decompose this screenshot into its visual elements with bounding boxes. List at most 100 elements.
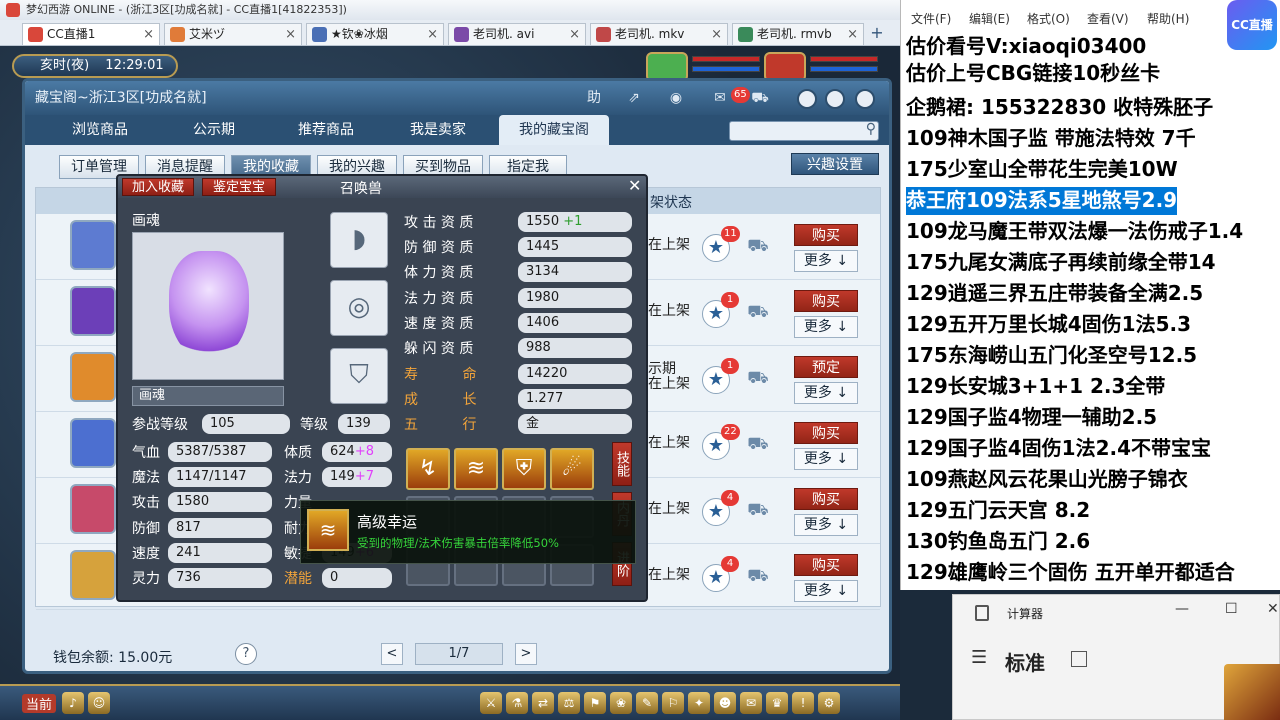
tab-close-icon[interactable]: ×: [711, 24, 722, 45]
more-button[interactable]: 更多 ↓: [794, 580, 858, 602]
record-icon[interactable]: ◉: [665, 87, 687, 109]
item-avatar[interactable]: [70, 286, 116, 336]
text-line[interactable]: 175少室山全带花生完美10W: [906, 156, 1178, 184]
keep-on-top-icon[interactable]: [1071, 651, 1087, 667]
tab-my-store[interactable]: 我的藏宝阁: [499, 115, 609, 145]
text-line[interactable]: 129逍遥三界五庄带装备全满2.5: [906, 280, 1203, 308]
skill-icon[interactable]: ⛨: [502, 448, 546, 490]
close-icon[interactable]: ✕: [628, 176, 641, 195]
hamburger-menu-icon[interactable]: ☰: [971, 647, 987, 668]
text-line[interactable]: 企鹅裙: 155322830 收特殊胚子: [906, 94, 1213, 122]
reserve-button[interactable]: 预定: [794, 356, 858, 378]
text-line[interactable]: 估价上号CBG链接10秒丝卡: [906, 60, 1160, 88]
mic-icon[interactable]: ♪: [62, 692, 84, 714]
more-button[interactable]: 更多 ↓: [794, 448, 858, 470]
text-line[interactable]: 129长安城3+1+1 2.3全带: [906, 373, 1165, 401]
search-icon[interactable]: ⚲: [866, 121, 876, 137]
text-line[interactable]: 109神木国子监 带施法特效 7千: [906, 125, 1196, 153]
text-line[interactable]: 109燕赵风云花果山光膀子锦衣: [906, 466, 1188, 494]
give-icon[interactable]: ⇄: [532, 692, 554, 714]
more-button[interactable]: 更多 ↓: [794, 250, 858, 272]
add-cart-icon[interactable]: ⛟: [744, 434, 772, 458]
menu-format[interactable]: 格式(O): [1027, 10, 1070, 27]
browser-tab-4[interactable]: 老司机. avi ×: [448, 23, 586, 45]
tab-close-icon[interactable]: ×: [143, 24, 154, 45]
add-cart-icon[interactable]: ⛟: [744, 236, 772, 260]
browser-tab-2[interactable]: 艾米ヅ ×: [164, 23, 302, 45]
tab-close-icon[interactable]: ×: [847, 24, 858, 45]
add-cart-icon[interactable]: ⛟: [744, 302, 772, 326]
message-icon[interactable]: ✉: [709, 87, 731, 109]
current-channel-button[interactable]: 当前: [22, 694, 57, 713]
trade-icon[interactable]: ⚖: [558, 692, 580, 714]
add-cart-icon[interactable]: ⛟: [744, 500, 772, 524]
treasure-icon[interactable]: ♛: [766, 692, 788, 714]
tab-close-icon[interactable]: ×: [569, 24, 580, 45]
text-line[interactable]: 129国子监4固伤1法2.4不带宝宝: [906, 435, 1211, 463]
pet-icon[interactable]: ❀: [610, 692, 632, 714]
equip-slot-armor[interactable]: ⛉: [330, 348, 388, 404]
browser-tab-1[interactable]: CC直播1 ×: [22, 23, 160, 45]
store-search-input[interactable]: ⚲: [729, 121, 879, 141]
more-button[interactable]: 更多 ↓: [794, 382, 858, 404]
text-line[interactable]: 130钓鱼岛五门 2.6: [906, 528, 1090, 556]
item-icon[interactable]: ⚗: [506, 692, 528, 714]
add-favorite-button[interactable]: 加入收藏: [122, 178, 194, 196]
attack-icon[interactable]: ⚔: [480, 692, 502, 714]
text-line[interactable]: 175东海崂山五门化圣空号12.5: [906, 342, 1197, 370]
close-button[interactable]: ✕: [1267, 601, 1279, 617]
browser-tab-6[interactable]: 老司机. rmvb ×: [732, 23, 864, 45]
menu-edit[interactable]: 编辑(E): [969, 10, 1010, 27]
share-icon[interactable]: ⇗: [623, 87, 645, 109]
team-icon[interactable]: ⚑: [584, 692, 606, 714]
prev-page-button[interactable]: <: [381, 643, 403, 665]
menu-view[interactable]: 查看(V): [1087, 10, 1129, 27]
task-icon[interactable]: ✎: [636, 692, 658, 714]
buy-button[interactable]: 购买: [794, 422, 858, 444]
skill-icon[interactable]: ↯: [406, 448, 450, 490]
item-avatar[interactable]: [70, 550, 116, 600]
equip-slot-helmet[interactable]: ◗: [330, 212, 388, 268]
buy-button[interactable]: 购买: [794, 488, 858, 510]
new-tab-button[interactable]: +: [866, 23, 888, 45]
text-line[interactable]: 估价看号V:xiaoqi03400: [906, 33, 1146, 61]
tab-close-icon[interactable]: ×: [427, 24, 438, 45]
more-button[interactable]: 更多 ↓: [794, 514, 858, 536]
tab-public[interactable]: 公示期: [159, 115, 269, 145]
maximize-button[interactable]: ☐: [1225, 601, 1238, 617]
text-line[interactable]: 129五门云天宫 8.2: [906, 497, 1090, 525]
cart-icon[interactable]: ⛟: [749, 87, 771, 109]
text-line[interactable]: 109龙马魔王带双法爆一法伤戒子1.4: [906, 218, 1243, 246]
item-avatar[interactable]: [70, 220, 116, 270]
system-icon[interactable]: ⚙: [818, 692, 840, 714]
add-cart-icon[interactable]: ⛟: [744, 368, 772, 392]
browser-tab-3[interactable]: ★钦❀冰烟 ×: [306, 23, 444, 45]
text-line-selected[interactable]: 恭王府109法系5星地煞号2.9: [906, 187, 1178, 215]
skill-icon[interactable]: ☄: [550, 448, 594, 490]
mail-icon[interactable]: ✉: [740, 692, 762, 714]
alert-icon[interactable]: !: [792, 692, 814, 714]
appraise-pet-button[interactable]: 鉴定宝宝: [202, 178, 276, 196]
emote-icon[interactable]: ☺: [88, 692, 110, 714]
close-icon[interactable]: [855, 89, 875, 109]
tab-close-icon[interactable]: ×: [285, 24, 296, 45]
interest-settings-button[interactable]: 兴趣设置: [791, 153, 879, 175]
equip-slot-collar[interactable]: ◎: [330, 280, 388, 336]
buy-button[interactable]: 购买: [794, 554, 858, 576]
tab-browse[interactable]: 浏览商品: [45, 115, 155, 145]
store-help-button[interactable]: 助: [583, 87, 605, 109]
help-button[interactable]: ?: [235, 643, 257, 665]
item-avatar[interactable]: [70, 418, 116, 468]
add-cart-icon[interactable]: ⛟: [744, 566, 772, 590]
item-avatar[interactable]: [70, 484, 116, 534]
menu-help[interactable]: 帮助(H): [1147, 10, 1189, 27]
friend-icon[interactable]: ☻: [714, 692, 736, 714]
skills-tab-button[interactable]: 技能: [612, 442, 632, 486]
gang-icon[interactable]: ⚐: [662, 692, 684, 714]
minimize-icon[interactable]: [797, 89, 817, 109]
item-avatar[interactable]: [70, 352, 116, 402]
tab-recommend[interactable]: 推荐商品: [271, 115, 381, 145]
text-line[interactable]: 129五开万里长城4固伤1法5.3: [906, 311, 1191, 339]
quick-icon[interactable]: ✦: [688, 692, 710, 714]
text-line[interactable]: 129国子监4物理一辅助2.5: [906, 404, 1157, 432]
